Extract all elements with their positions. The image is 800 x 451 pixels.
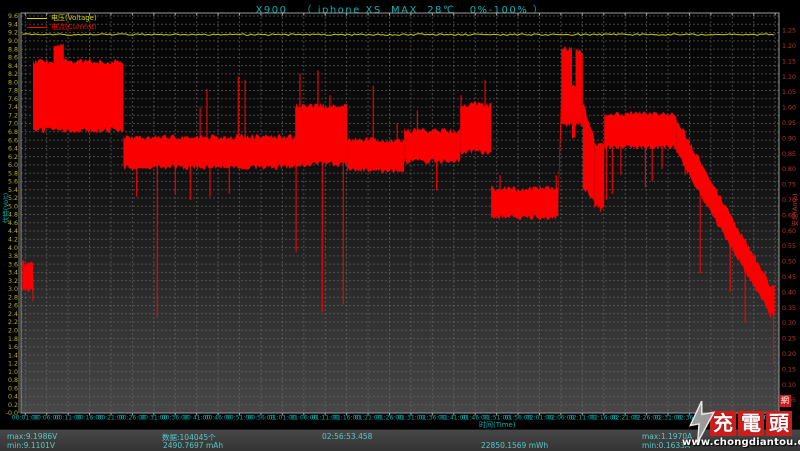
svg-text:9.4: 9.4 [8,21,18,28]
watermark-char-3: 頭 [766,411,792,436]
lightning-bolt-icon [684,399,722,444]
svg-text:4.6: 4.6 [8,220,18,227]
svg-text:4.0: 4.0 [8,245,18,252]
svg-text:0.65: 0.65 [782,212,796,219]
svg-text:5.2: 5.2 [8,195,18,202]
svg-text:0.80: 0.80 [782,166,796,173]
status-bar: max:9.1986V min:9.1101V 数据:104045个 2490.… [0,429,800,451]
svg-text:9.2: 9.2 [8,30,18,37]
plot-background [21,13,779,413]
svg-text:6.8: 6.8 [8,129,18,136]
svg-text:1.2: 1.2 [8,361,18,368]
svg-text:1.05: 1.05 [782,89,796,96]
svg-text:3.0: 3.0 [8,286,18,293]
status-voltage-max: max:9.1986V [7,432,57,441]
svg-text:1.6: 1.6 [8,344,18,351]
svg-text:3.4: 3.4 [8,270,18,277]
svg-text:0.4: 0.4 [8,394,18,401]
svg-text:0.60: 0.60 [782,228,796,235]
svg-text:1.00: 1.00 [782,105,796,112]
svg-text:7.4: 7.4 [8,104,18,111]
svg-text:0.95: 0.95 [782,120,796,127]
svg-text:1.20: 1.20 [782,43,796,50]
svg-text:5.4: 5.4 [8,187,18,194]
svg-text:2.4: 2.4 [8,311,18,318]
svg-text:7.8: 7.8 [8,88,18,95]
svg-text:0.55: 0.55 [782,243,796,250]
svg-text:8.2: 8.2 [8,71,18,78]
svg-text:2.2: 2.2 [8,319,18,326]
svg-text:1.0: 1.0 [8,369,18,376]
svg-text:0.70: 0.70 [782,197,796,204]
svg-text:6.2: 6.2 [8,154,18,161]
svg-text:0.30: 0.30 [782,320,796,327]
svg-text:0.85: 0.85 [782,151,796,158]
svg-text:1.25: 1.25 [782,28,796,35]
svg-text:2.8: 2.8 [8,294,18,301]
status-voltage-min: min:9.1101V [7,441,55,450]
svg-text:0.40: 0.40 [782,289,796,296]
svg-text:5.8: 5.8 [8,170,18,177]
svg-text:8.0: 8.0 [8,79,18,86]
svg-text:2.6: 2.6 [8,303,18,310]
svg-text:7.0: 7.0 [8,121,18,128]
app-window: X900 （ iphone XS MAX 28℃ 0%-100% ） 9.69.… [0,0,800,450]
svg-text:3.2: 3.2 [8,278,18,285]
svg-text:1.8: 1.8 [8,336,18,343]
svg-text:0.90: 0.90 [782,135,796,142]
svg-text:8.8: 8.8 [8,46,18,53]
svg-text:4.2: 4.2 [8,237,18,244]
svg-text:4.4: 4.4 [8,228,18,235]
svg-text:7.6: 7.6 [8,96,18,103]
chart-plot-area[interactable]: 9.69.4 9.29.08.8 8.68.48.28.0 7.87.67.47.2 7… [0,0,800,429]
svg-text:1.4: 1.4 [8,352,18,359]
svg-text:1.15: 1.15 [782,58,796,65]
svg-text:5.0: 5.0 [8,203,18,210]
watermark-char-2: 電 [738,411,764,436]
svg-text:6.0: 6.0 [8,162,18,169]
chart-canvas: 9.69.4 9.29.08.8 8.68.48.28.0 7.87.67.47.2 7… [0,0,800,429]
status-capacity-mah: 2490.7697 mAh [163,441,223,450]
svg-text:1.10: 1.10 [782,74,796,81]
svg-text:3.8: 3.8 [8,253,18,260]
svg-text:0.6: 0.6 [8,385,18,392]
svg-text:9.0: 9.0 [8,38,18,45]
svg-text:0.50: 0.50 [782,259,796,266]
svg-text:6.6: 6.6 [8,137,18,144]
watermark: 充 電 頭 網 www.chongdiantou.com [682,394,800,450]
svg-text:7.2: 7.2 [8,112,18,119]
svg-text:6.4: 6.4 [8,146,18,153]
svg-text:0.45: 0.45 [782,274,796,281]
svg-text:0.75: 0.75 [782,182,796,189]
svg-text:2.0: 2.0 [8,327,18,334]
svg-text:0.20: 0.20 [782,351,796,358]
svg-text:5.6: 5.6 [8,179,18,186]
watermark-small-char: 網 [779,395,791,407]
svg-text:0.10: 0.10 [782,382,796,389]
svg-text:0.25: 0.25 [782,336,796,343]
svg-text:9.6: 9.6 [8,13,18,20]
svg-text:0.8: 0.8 [8,377,18,384]
svg-text:3.6: 3.6 [8,261,18,268]
status-energy-mwh: 22850.1569 mWh [481,441,548,450]
svg-text:8.4: 8.4 [8,63,18,70]
status-duration: 02:56:53.458 [322,432,372,441]
watermark-brand-blocks: 充 電 頭 [710,411,794,436]
svg-text:0.2: 0.2 [8,402,18,409]
svg-text:0.35: 0.35 [782,305,796,312]
svg-text:0.15: 0.15 [782,366,796,373]
svg-text:8.6: 8.6 [8,55,18,62]
svg-text:4.8: 4.8 [8,212,18,219]
